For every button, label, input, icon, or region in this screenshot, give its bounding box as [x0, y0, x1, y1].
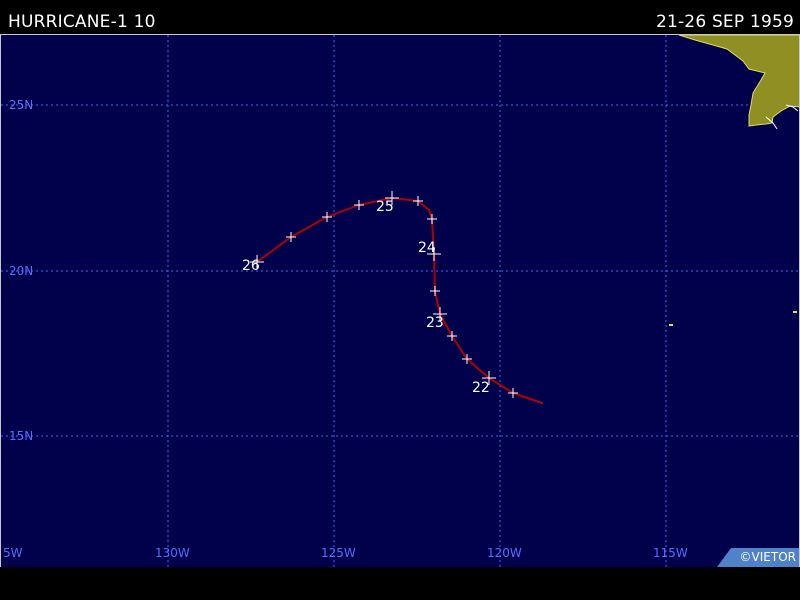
ocean-background: [1, 35, 799, 567]
island-2: [793, 311, 797, 313]
longitude-label-125w: 125W: [321, 546, 356, 560]
longitude-label-115w: 115W: [653, 546, 688, 560]
latitude-label-25n: 25N: [9, 98, 33, 112]
map-frame: 25N 20N 15N 5W 130W 125W 120W 115W 22 23…: [0, 34, 800, 567]
longitude-label-130w: 130W: [155, 546, 190, 560]
copyright-badge: ©VIETOR: [717, 548, 799, 567]
longitude-label-120w: 120W: [487, 546, 522, 560]
latitude-label-20n: 20N: [9, 264, 33, 278]
day-label-26: 26: [242, 258, 260, 274]
island-1: [669, 324, 673, 326]
longitude-label-partial: 5W: [3, 546, 23, 560]
day-label-23: 23: [426, 315, 444, 331]
latitude-label-15n: 15N: [9, 429, 33, 443]
hurricane-track-map: 25N 20N 15N 5W 130W 125W 120W 115W 22 23…: [1, 35, 799, 567]
day-label-24: 24: [418, 240, 436, 256]
bottom-bar: [0, 567, 800, 600]
day-label-25: 25: [376, 199, 394, 215]
day-label-22: 22: [472, 380, 490, 396]
date-range: 21-26 SEP 1959: [655, 12, 794, 32]
header-bar: HURRICANE-1 10 21-26 SEP 1959: [0, 0, 800, 34]
storm-title: HURRICANE-1 10: [8, 12, 156, 32]
